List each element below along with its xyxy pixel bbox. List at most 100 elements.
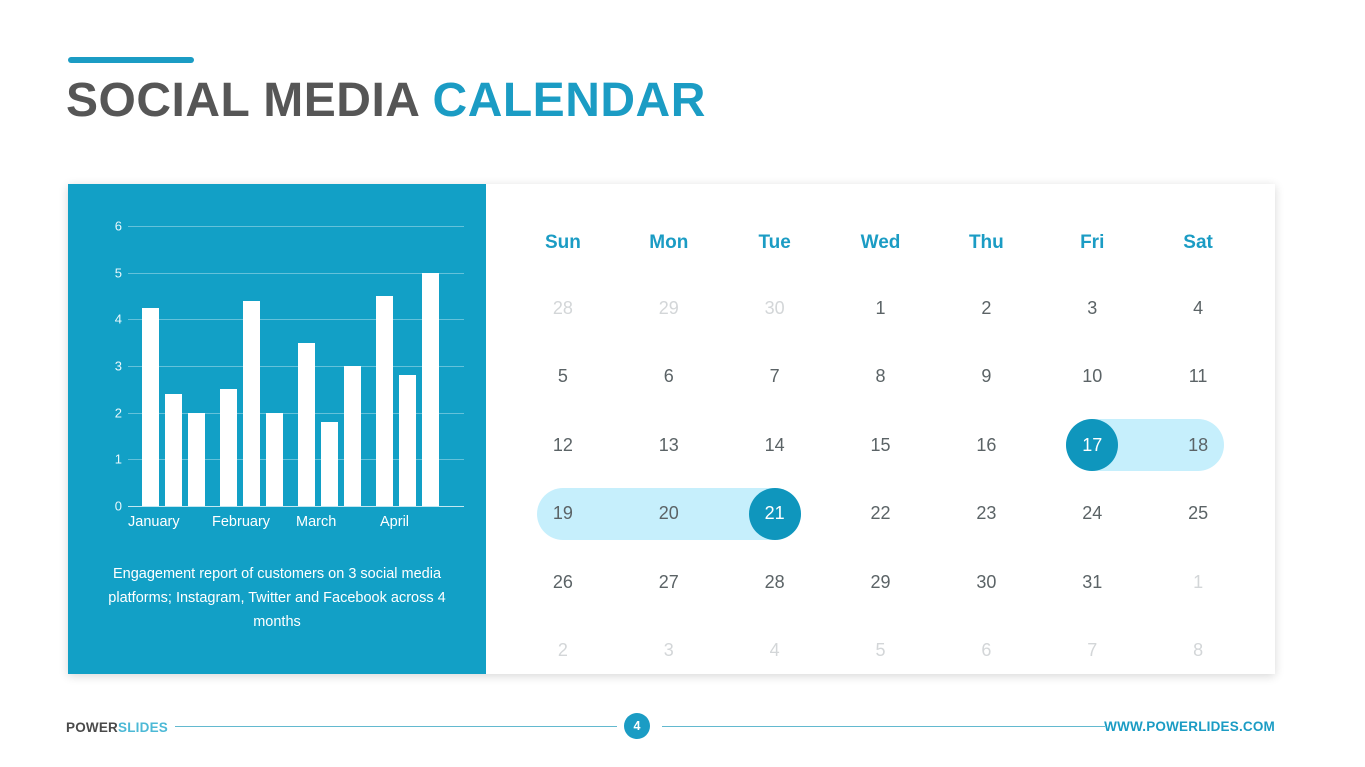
calendar-week-row: 12 13 14 15 16 17 18 xyxy=(510,411,1251,480)
chart-x-tick: April xyxy=(380,514,410,530)
chart-x-tick: March xyxy=(296,514,337,530)
brand-logo-part1: POWER xyxy=(66,720,119,735)
chart-bar xyxy=(422,272,439,506)
calendar-day-cell[interactable]: 9 xyxy=(933,366,1039,387)
chart-bar xyxy=(321,422,338,506)
title-accent-bar xyxy=(68,57,194,63)
calendar-day-cell[interactable]: 1 xyxy=(1145,572,1251,593)
calendar-day-cell[interactable]: 4 xyxy=(1145,298,1251,319)
calendar-day-cell[interactable]: 3 xyxy=(1039,298,1145,319)
calendar-day-cell[interactable]: 4 xyxy=(722,640,828,661)
calendar-week-row: 19 20 21 22 23 24 25 xyxy=(510,480,1251,549)
calendar-day-cell[interactable]: 30 xyxy=(722,298,828,319)
calendar-day-cell[interactable]: 6 xyxy=(616,366,722,387)
calendar-day-cell[interactable]: 1 xyxy=(828,298,934,319)
calendar-day-cell[interactable]: 8 xyxy=(1145,640,1251,661)
chart-bars-area xyxy=(128,226,464,506)
calendar-day-cell[interactable]: 5 xyxy=(510,366,616,387)
chart-bar xyxy=(220,389,237,506)
footer: POWERSLIDES 4 WWW.POWERLIDES.COM xyxy=(0,712,1365,756)
chart-y-tick: 3 xyxy=(114,358,122,374)
calendar-day-header-sat: Sat xyxy=(1183,232,1213,253)
calendar-day-cell[interactable]: 3 xyxy=(616,640,722,661)
calendar-day-cell[interactable]: 19 xyxy=(510,503,616,524)
calendar-day-cell[interactable]: 16 xyxy=(933,435,1039,456)
calendar-day-cell[interactable]: 28 xyxy=(510,298,616,319)
chart-bar xyxy=(298,342,315,506)
calendar-day-header-tue: Tue xyxy=(758,232,791,253)
chart-y-tick: 5 xyxy=(114,265,122,281)
calendar-day-cell[interactable]: 6 xyxy=(933,640,1039,661)
chart-caption: Engagement report of customers on 3 soci… xyxy=(108,566,446,630)
calendar-day-cell[interactable]: 29 xyxy=(828,572,934,593)
calendar-day-cell[interactable]: 26 xyxy=(510,572,616,593)
page-title-primary: SOCIAL MEDIA xyxy=(66,74,433,127)
calendar-day-cell[interactable]: 17 xyxy=(1039,435,1145,456)
chart-y-tick: 1 xyxy=(114,451,122,467)
calendar-day-header-wed: Wed xyxy=(860,232,901,253)
chart-bar xyxy=(243,300,260,506)
calendar-day-cell[interactable]: 8 xyxy=(828,366,934,387)
calendar-day-header-thu: Thu xyxy=(968,232,1004,253)
calendar-day-cell[interactable]: 28 xyxy=(722,572,828,593)
chart-y-tick: 4 xyxy=(114,311,122,327)
page-title-accent: CALENDAR xyxy=(432,74,706,127)
calendar-day-cell[interactable]: 24 xyxy=(1039,503,1145,524)
calendar-day-cell[interactable]: 2 xyxy=(933,298,1039,319)
calendar-day-cell[interactable]: 12 xyxy=(510,435,616,456)
calendar-body: 28 29 30 1 2 3 4 5 6 7 8 9 10 11 12 13 14 15 16 17 18 19 20 21 2… xyxy=(510,274,1251,685)
chart-bar xyxy=(344,366,361,506)
footer-divider-left xyxy=(175,726,617,727)
calendar-day-cell[interactable]: 2 xyxy=(510,640,616,661)
chart-y-axis: 0 1 2 3 4 5 6 xyxy=(98,219,126,514)
chart-panel: 0 1 2 3 4 5 6 January February March April Engage… xyxy=(68,184,486,674)
calendar-day-cell[interactable]: 23 xyxy=(933,503,1039,524)
calendar-day-cell[interactable]: 25 xyxy=(1145,503,1251,524)
page-number-badge: 4 xyxy=(624,713,650,739)
calendar-week-row: 2345678 xyxy=(510,617,1251,686)
chart-x-tick: February xyxy=(212,514,271,530)
chart-bar xyxy=(399,375,416,506)
brand-logo-part2: SLIDES xyxy=(118,720,168,735)
calendar-day-cell[interactable]: 27 xyxy=(616,572,722,593)
footer-url[interactable]: WWW.POWERLIDES.COM xyxy=(1104,719,1275,734)
chart-bar-group xyxy=(142,226,220,506)
chart-x-tick: January xyxy=(128,514,180,530)
calendar-week-row: 28 29 30 1 2 3 4 xyxy=(510,274,1251,343)
calendar-day-cell[interactable]: 22 xyxy=(828,503,934,524)
chart-bar xyxy=(266,412,283,506)
calendar-day-header-fri: Fri xyxy=(1080,232,1105,253)
chart-y-tick: 6 xyxy=(114,218,122,234)
calendar-day-header-mon: Mon xyxy=(649,232,689,253)
brand-logo: POWERSLIDES xyxy=(66,720,168,735)
calendar-day-cell[interactable]: 11 xyxy=(1145,366,1251,387)
calendar-day-cell[interactable]: 21 xyxy=(722,503,828,524)
calendar-day-cell[interactable]: 13 xyxy=(616,435,722,456)
page-title: SOCIAL MEDIA CALENDAR xyxy=(66,73,706,128)
chart-x-axis: January February March April xyxy=(128,514,464,530)
bar-chart: 0 1 2 3 4 5 6 xyxy=(98,219,464,514)
calendar-week-row: 5 6 7 8 9 10 11 xyxy=(510,343,1251,412)
calendar-day-cell[interactable]: 18 xyxy=(1145,435,1251,456)
calendar-day-cell[interactable]: 14 xyxy=(722,435,828,456)
chart-bar xyxy=(142,307,159,506)
calendar-day-cell[interactable]: 29 xyxy=(616,298,722,319)
calendar-header-row: Sun Mon Tue Wed Thu Fri Sat xyxy=(510,212,1251,274)
calendar-day-cell[interactable]: 10 xyxy=(1039,366,1145,387)
calendar-week-row: 26 27 28 29 30 31 1 xyxy=(510,548,1251,617)
calendar-day-cell[interactable]: 30 xyxy=(933,572,1039,593)
calendar-day-cell[interactable]: 15 xyxy=(828,435,934,456)
chart-bar-group xyxy=(220,226,298,506)
chart-bar-group xyxy=(298,226,376,506)
chart-bar xyxy=(188,412,205,506)
calendar-day-cell[interactable]: 7 xyxy=(1039,640,1145,661)
calendar-day-cell[interactable]: 31 xyxy=(1039,572,1145,593)
chart-y-tick: 2 xyxy=(114,405,122,421)
chart-bar xyxy=(376,296,393,506)
calendar-day-cell[interactable]: 5 xyxy=(828,640,934,661)
footer-divider-right xyxy=(662,726,1105,727)
chart-gridline xyxy=(128,506,464,507)
calendar-grid: Sun Mon Tue Wed Thu Fri Sat 28 29 30 1 2 3 4 5 6 7 8 9 10 1… xyxy=(486,184,1275,674)
calendar-day-cell[interactable]: 20 xyxy=(616,503,722,524)
calendar-day-cell[interactable]: 7 xyxy=(722,366,828,387)
